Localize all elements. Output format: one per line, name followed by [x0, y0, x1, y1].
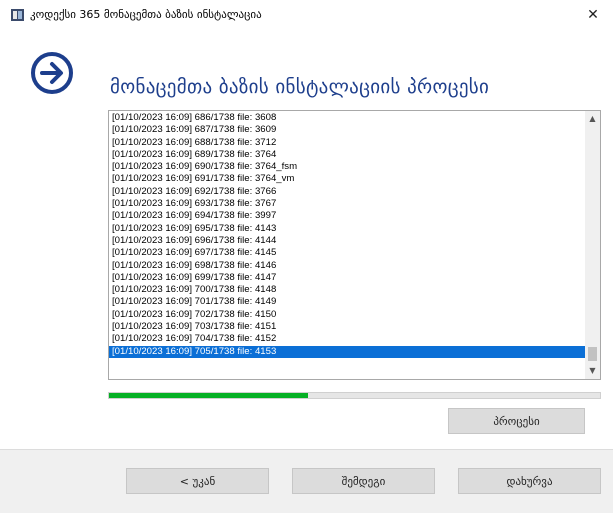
- log-line[interactable]: [01/10/2023 16:09] 701/1738 file: 4149: [109, 296, 586, 308]
- scroll-up-icon[interactable]: ▲: [585, 111, 600, 127]
- log-line[interactable]: [01/10/2023 16:09] 698/1738 file: 4146: [109, 260, 586, 272]
- arrow-right-circle-icon: [31, 52, 73, 94]
- log-line[interactable]: [01/10/2023 16:09] 705/1738 file: 4153: [109, 345, 586, 358]
- process-button[interactable]: პროცესი: [448, 408, 585, 434]
- progress-fill: [109, 393, 308, 398]
- log-line[interactable]: [01/10/2023 16:09] 699/1738 file: 4147: [109, 272, 586, 284]
- log-line[interactable]: [01/10/2023 16:09] 688/1738 file: 3712: [109, 137, 586, 149]
- back-button[interactable]: < უკან: [126, 468, 269, 494]
- window-title: კოდექსი 365 მონაცემთა ბაზის ინსტალაცია: [30, 8, 262, 21]
- log-lines: [01/10/2023 16:09] 686/1738 file: 3608 [0…: [109, 112, 586, 358]
- log-line[interactable]: [01/10/2023 16:09] 703/1738 file: 4151: [109, 321, 586, 333]
- close-button[interactable]: დახურვა: [458, 468, 601, 494]
- title-bar: კოდექსი 365 მონაცემთა ბაზის ინსტალაცია ✕: [0, 0, 613, 30]
- log-line[interactable]: [01/10/2023 16:09] 704/1738 file: 4152: [109, 333, 586, 345]
- page-title: მონაცემთა ბაზის ინსტალაციის პროცესი: [110, 76, 490, 98]
- log-line[interactable]: [01/10/2023 16:09] 700/1738 file: 4148: [109, 284, 586, 296]
- scroll-thumb[interactable]: [588, 347, 597, 361]
- close-icon: ✕: [587, 7, 599, 23]
- log-line[interactable]: [01/10/2023 16:09] 695/1738 file: 4143: [109, 223, 586, 235]
- log-line[interactable]: [01/10/2023 16:09] 694/1738 file: 3997: [109, 210, 586, 222]
- log-line[interactable]: [01/10/2023 16:09] 693/1738 file: 3767: [109, 198, 586, 210]
- log-line[interactable]: [01/10/2023 16:09] 691/1738 file: 3764_v…: [109, 173, 586, 185]
- log-line[interactable]: [01/10/2023 16:09] 702/1738 file: 4150: [109, 309, 586, 321]
- log-line[interactable]: [01/10/2023 16:09] 697/1738 file: 4145: [109, 247, 586, 259]
- progress-bar: [108, 392, 601, 399]
- log-scrollbar[interactable]: ▲ ▼: [585, 111, 600, 379]
- log-line[interactable]: [01/10/2023 16:09] 696/1738 file: 4144: [109, 235, 586, 247]
- log-line[interactable]: [01/10/2023 16:09] 690/1738 file: 3764_f…: [109, 161, 586, 173]
- log-line[interactable]: [01/10/2023 16:09] 689/1738 file: 3764: [109, 149, 586, 161]
- scroll-down-icon[interactable]: ▼: [585, 363, 600, 379]
- app-icon: [11, 9, 24, 21]
- close-window-button[interactable]: ✕: [573, 0, 613, 30]
- next-button[interactable]: შემდეგი: [292, 468, 435, 494]
- log-line[interactable]: [01/10/2023 16:09] 687/1738 file: 3609: [109, 124, 586, 136]
- installation-log-list[interactable]: [01/10/2023 16:09] 686/1738 file: 3608 [0…: [108, 110, 601, 380]
- log-line[interactable]: [01/10/2023 16:09] 686/1738 file: 3608: [109, 112, 586, 124]
- log-line[interactable]: [01/10/2023 16:09] 692/1738 file: 3766: [109, 186, 586, 198]
